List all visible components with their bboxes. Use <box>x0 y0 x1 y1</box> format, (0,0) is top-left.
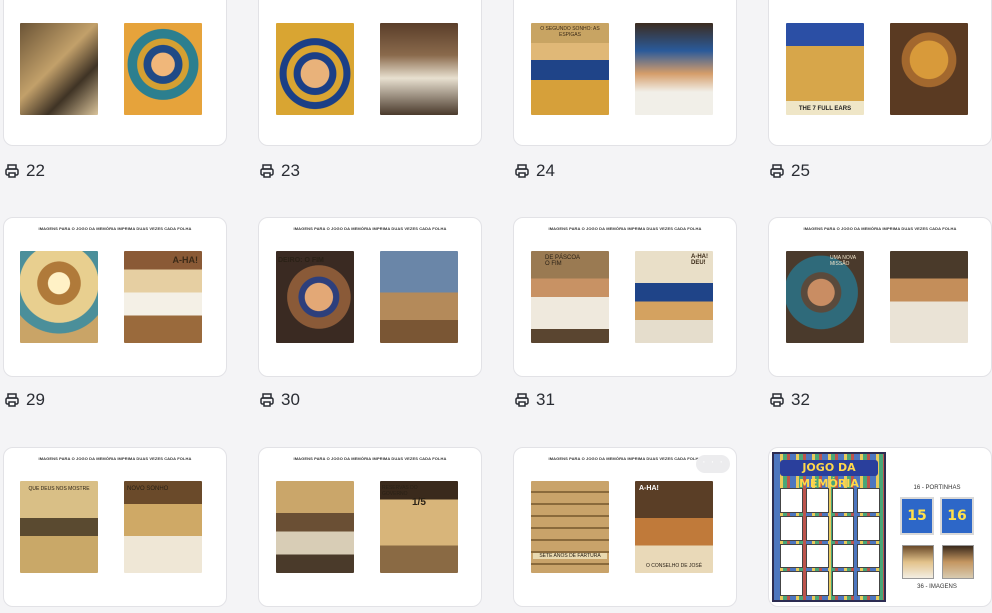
page-card-24[interactable]: O SEGUNDO SONHO: AS ESPIGAS <box>513 0 737 146</box>
thumbnail-caption: A-HA! <box>639 485 659 492</box>
page-number-label: 31 <box>514 390 555 410</box>
printer-icon <box>4 163 20 179</box>
thumbnail-caption: DE PÁSCOA O FIM <box>545 255 580 267</box>
page-thumbnail: A-HA! DEU! <box>635 251 713 343</box>
thumbnail-caption: DEIRO: O FIM <box>278 257 324 264</box>
page-card-25[interactable]: THE 7 FULL EARS <box>768 0 992 146</box>
page-thumbnail <box>890 23 968 115</box>
page-number: 29 <box>26 390 45 409</box>
page-number: 23 <box>281 161 300 180</box>
more-options-button[interactable]: · · · <box>696 455 730 473</box>
page-number: 30 <box>281 390 300 409</box>
thumbnail-caption: UMA NOVA MISSÃO <box>830 255 856 267</box>
page-thumbnail: THE 7 FULL EARS <box>786 23 864 115</box>
page-number-label: 25 <box>769 161 810 181</box>
memory-game-board: JOGO DA MEMÓRIA <box>772 452 886 602</box>
page-thumbnail: RESERVAS DO GOVERNO 1/5 <box>380 481 458 573</box>
thumbnail-caption: O SEGUNDO SONHO: AS ESPIGAS <box>540 26 600 38</box>
thumbnail-caption: O CONSELHO DE JOSÉ <box>645 563 703 569</box>
card-heading: IMAGENS PARA O JOGO DA MEMÓRIA IMPRIMA D… <box>38 226 192 231</box>
thumbnail-caption: THE 7 FULL EARS <box>798 106 852 112</box>
page-number-label: 23 <box>259 161 300 181</box>
thumbnail-caption: NOVO SONHO <box>127 486 169 492</box>
thumbnail-caption: 1/5 <box>412 497 426 508</box>
card-heading: IMAGENS PARA O JOGO DA MEMÓRIA IMPRIMA D… <box>293 456 447 461</box>
memory-game-card[interactable]: JOGO DA MEMÓRIA 16 - PORTINHAS 15 16 36 … <box>768 447 992 607</box>
thumbnail-caption: A-HA! DEU! <box>691 254 708 266</box>
page-card-29[interactable]: IMAGENS PARA O JOGO DA MEMÓRIA IMPRIMA D… <box>3 217 227 377</box>
printer-icon <box>769 163 785 179</box>
page-thumbnail <box>380 251 458 343</box>
page-number: 22 <box>26 161 45 180</box>
page-thumbnail <box>124 23 202 115</box>
page-thumbnail <box>20 23 98 115</box>
page-card[interactable]: IMAGENS PARA O JOGO DA MEMÓRIA IMPRIMA D… <box>3 447 227 607</box>
page-number-label: 22 <box>4 161 45 181</box>
page-number-label: 32 <box>769 390 810 410</box>
page-thumbnail: QUE DEUS NOS MOSTRE <box>20 481 98 573</box>
page-card-22[interactable] <box>3 0 227 146</box>
page-thumbnail: DEIRO: O FIM <box>276 251 354 343</box>
printer-icon <box>4 392 20 408</box>
page-thumbnail: DE PÁSCOA O FIM <box>531 251 609 343</box>
thumbnail-caption: SETE ANOS DE FARTURA <box>533 553 607 559</box>
page-thumbnail <box>276 481 354 573</box>
page-number-label: 29 <box>4 390 45 410</box>
board-title: JOGO DA MEMÓRIA <box>780 460 878 490</box>
card-heading: IMAGENS PARA O JOGO DA MEMÓRIA IMPRIMA D… <box>38 456 192 461</box>
door-tile: 15 <box>900 497 934 535</box>
page-card-23[interactable] <box>258 0 482 146</box>
page-card-31[interactable]: IMAGENS PARA O JOGO DA MEMÓRIA IMPRIMA D… <box>513 217 737 377</box>
page-card-32[interactable]: IMAGENS PARA O JOGO DA MEMÓRIA IMPRIMA D… <box>768 217 992 377</box>
page-thumbnail <box>635 23 713 115</box>
page-number: 24 <box>536 161 555 180</box>
page-thumbnail: NOVO SONHO <box>124 481 202 573</box>
page-number: 25 <box>791 161 810 180</box>
card-heading: IMAGENS PARA O JOGO DA MEMÓRIA IMPRIMA D… <box>803 226 957 231</box>
page-thumbnail <box>890 251 968 343</box>
printer-icon <box>514 392 530 408</box>
page-number-label: 24 <box>514 161 555 181</box>
page-card[interactable]: IMAGENS PARA O JOGO DA MEMÓRIA IMPRIMA D… <box>258 447 482 607</box>
page-thumbnail: O SEGUNDO SONHO: AS ESPIGAS <box>531 23 609 115</box>
page-number: 32 <box>791 390 810 409</box>
thumbnail-caption: RESERVAS DO GOVERNO <box>382 485 418 497</box>
page-thumbnail <box>20 251 98 343</box>
printer-icon <box>769 392 785 408</box>
board-grid <box>780 488 880 596</box>
printer-icon <box>259 392 275 408</box>
page-thumbnail: UMA NOVA MISSÃO <box>786 251 864 343</box>
page-card[interactable]: IMAGENS PARA O JOGO DA MEMÓRIA IMPRIMA D… <box>513 447 737 607</box>
page-card-30[interactable]: IMAGENS PARA O JOGO DA MEMÓRIA IMPRIMA D… <box>258 217 482 377</box>
page-number: 31 <box>536 390 555 409</box>
sample-image <box>942 545 974 579</box>
page-thumbnail: A-HA! O CONSELHO DE JOSÉ <box>635 481 713 573</box>
printer-icon <box>259 163 275 179</box>
images-caption: 36 - IMAGENS <box>917 584 957 590</box>
door-tile: 16 <box>940 497 974 535</box>
doors-caption: 16 - PORTINHAS <box>913 485 961 491</box>
thumbnail-caption: A-HA! <box>172 255 199 265</box>
printer-icon <box>514 163 530 179</box>
page-thumbnail: A-HA! <box>124 251 202 343</box>
card-heading: IMAGENS PARA O JOGO DA MEMÓRIA IMPRIMA D… <box>293 226 447 231</box>
page-thumbnail: SETE ANOS DE FARTURA <box>531 481 609 573</box>
page-number-label: 30 <box>259 390 300 410</box>
thumbnail-caption: QUE DEUS NOS MOSTRE <box>28 486 90 492</box>
sample-image <box>902 545 934 579</box>
page-thumbnail <box>380 23 458 115</box>
card-heading: IMAGENS PARA O JOGO DA MEMÓRIA IMPRIMA D… <box>548 226 702 231</box>
page-thumbnail <box>276 23 354 115</box>
